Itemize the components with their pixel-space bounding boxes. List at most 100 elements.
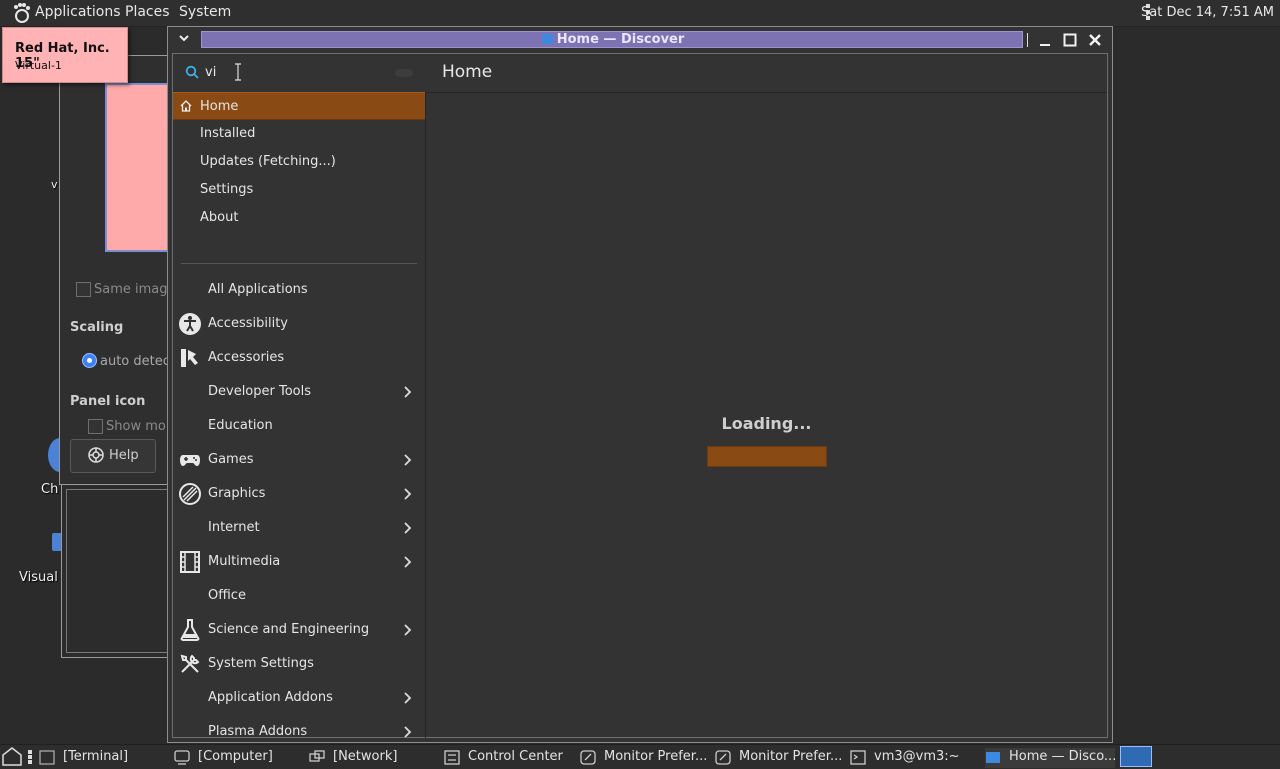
desktop-icon-label-fragment: v <box>51 178 58 191</box>
clear-search-icon[interactable] <box>395 69 413 77</box>
nav-installed[interactable]: Installed <box>173 120 425 148</box>
loading-progress-bar <box>707 446 827 467</box>
nav-label: About <box>200 210 239 225</box>
desktop-icon-label[interactable]: Ch <box>41 482 58 497</box>
places-menu[interactable]: Places <box>125 4 170 20</box>
window-content: Home Installed Updates (Fetching...) Set… <box>172 53 1108 739</box>
category-accessories[interactable]: Accessories <box>173 341 425 375</box>
nav-label: Settings <box>200 182 254 197</box>
background-window-lower <box>61 484 179 658</box>
accessories-icon <box>181 349 198 367</box>
category-label: Developer Tools <box>208 384 312 399</box>
sidebar-divider <box>181 263 417 264</box>
category-developer-tools[interactable]: Developer Tools <box>173 375 425 409</box>
task-monitor-preferences-2[interactable]: Monitor Prefer... <box>715 748 845 768</box>
applications-menu[interactable]: Applications <box>35 4 121 20</box>
chevron-right-icon <box>404 522 412 534</box>
gnome-foot-icon[interactable] <box>10 2 32 24</box>
chevron-right-icon <box>404 692 412 704</box>
help-button[interactable]: Help <box>70 439 156 473</box>
help-lifebuoy-icon <box>88 447 104 463</box>
show-monitors-checkbox[interactable] <box>88 419 103 434</box>
monitor-prefs-icon <box>580 750 596 765</box>
category-graphics[interactable]: Graphics <box>173 477 425 511</box>
task-monitor-preferences-1[interactable]: Monitor Prefer... <box>580 748 710 768</box>
nav-settings[interactable]: Settings <box>173 176 425 204</box>
chevron-right-icon <box>404 624 412 636</box>
window-menu-chevron-icon[interactable] <box>177 31 191 45</box>
monitor-prefs-icon <box>715 750 731 765</box>
category-label: Internet <box>208 520 260 535</box>
show-desktop-icon[interactable] <box>2 747 22 766</box>
category-plasma-addons[interactable]: Plasma Addons <box>173 715 425 739</box>
category-label: Office <box>208 588 246 603</box>
home-icon <box>180 100 192 112</box>
category-label: System Settings <box>208 656 314 671</box>
chevron-right-icon <box>404 726 412 738</box>
task-control-center[interactable]: Control Center <box>444 748 572 768</box>
tools-icon <box>180 654 200 673</box>
category-office[interactable]: Office <box>173 579 425 613</box>
text-cursor-icon <box>235 63 241 81</box>
task-network[interactable]: [Network] <box>309 748 437 768</box>
category-label: Games <box>208 452 254 467</box>
chevron-right-icon <box>404 386 412 398</box>
category-label: Science and Engineering <box>208 622 370 637</box>
window-titlebar[interactable]: Home — Discover <box>168 27 1112 53</box>
category-education[interactable]: Education <box>173 409 425 443</box>
task-vm3-terminal[interactable]: vm3@vm3:~ <box>850 748 978 768</box>
category-label: Education <box>208 418 273 433</box>
task-terminal[interactable]: [Terminal] <box>39 748 167 768</box>
loading-label: Loading... <box>721 414 812 433</box>
monitor-output: Virtual-1 <box>15 59 62 72</box>
auto-detect-radio[interactable] <box>82 353 97 368</box>
search-input[interactable] <box>179 58 419 86</box>
same-image-checkbox[interactable] <box>76 282 91 297</box>
monitor-tooltip: Red Hat, Inc. 15" Virtual-1 <box>2 27 128 83</box>
terminal-icon <box>850 750 866 765</box>
nav-updates[interactable]: Updates (Fetching...) <box>173 148 425 176</box>
system-menu[interactable]: System <box>179 4 231 20</box>
maximize-icon[interactable] <box>1060 30 1080 50</box>
category-multimedia[interactable]: Multimedia <box>173 545 425 579</box>
discover-icon <box>986 752 1000 763</box>
chevron-right-icon <box>404 454 412 466</box>
category-accessibility[interactable]: Accessibility <box>173 307 425 341</box>
category-science-engineering[interactable]: Science and Engineering <box>173 613 425 647</box>
workspace-pager[interactable] <box>1120 746 1152 767</box>
window-title: Home — Discover <box>556 32 685 47</box>
discover-app-icon <box>541 34 553 44</box>
discover-window: Home — Discover vi Home Installed Update… <box>167 26 1113 743</box>
nav-home[interactable]: Home <box>173 92 425 120</box>
computer-icon <box>174 750 190 765</box>
content-header: Home <box>426 54 1107 93</box>
task-computer[interactable]: [Computer] <box>174 748 302 768</box>
category-all-applications[interactable]: All Applications <box>173 273 425 307</box>
category-games[interactable]: Games <box>173 443 425 477</box>
control-center-icon <box>444 750 460 765</box>
close-icon[interactable] <box>1085 30 1105 50</box>
scaling-heading: Scaling <box>70 320 124 335</box>
category-application-addons[interactable]: Application Addons <box>173 681 425 715</box>
clock[interactable]: Sat Dec 14, 7:51 AM <box>1141 5 1274 20</box>
nav-label: Installed <box>200 126 256 141</box>
search-area <box>173 54 425 93</box>
chevron-right-icon <box>404 556 412 568</box>
monitor-preferences-window: Same image Scaling auto detect Panel ico… <box>59 55 181 485</box>
category-label: All Applications <box>208 282 308 297</box>
chevron-right-icon <box>404 488 412 500</box>
sidebar: Home Installed Updates (Fetching...) Set… <box>173 92 426 739</box>
category-internet[interactable]: Internet <box>173 511 425 545</box>
nav-label: Home <box>200 99 239 114</box>
page-title: Home <box>442 62 493 82</box>
top-panel: Applications Places System Sat Dec 14, 7… <box>0 0 1280 27</box>
network-icon <box>309 750 325 762</box>
category-system-settings[interactable]: System Settings <box>173 647 425 681</box>
task-discover[interactable]: Home — Disco... <box>985 748 1116 768</box>
minimize-icon[interactable] <box>1035 30 1055 50</box>
show-monitors-label: Show mon <box>106 419 175 434</box>
nav-about[interactable]: About <box>173 204 425 232</box>
same-image-label: Same image <box>94 282 176 297</box>
accessibility-icon <box>179 313 201 335</box>
category-label: Plasma Addons <box>208 724 308 739</box>
